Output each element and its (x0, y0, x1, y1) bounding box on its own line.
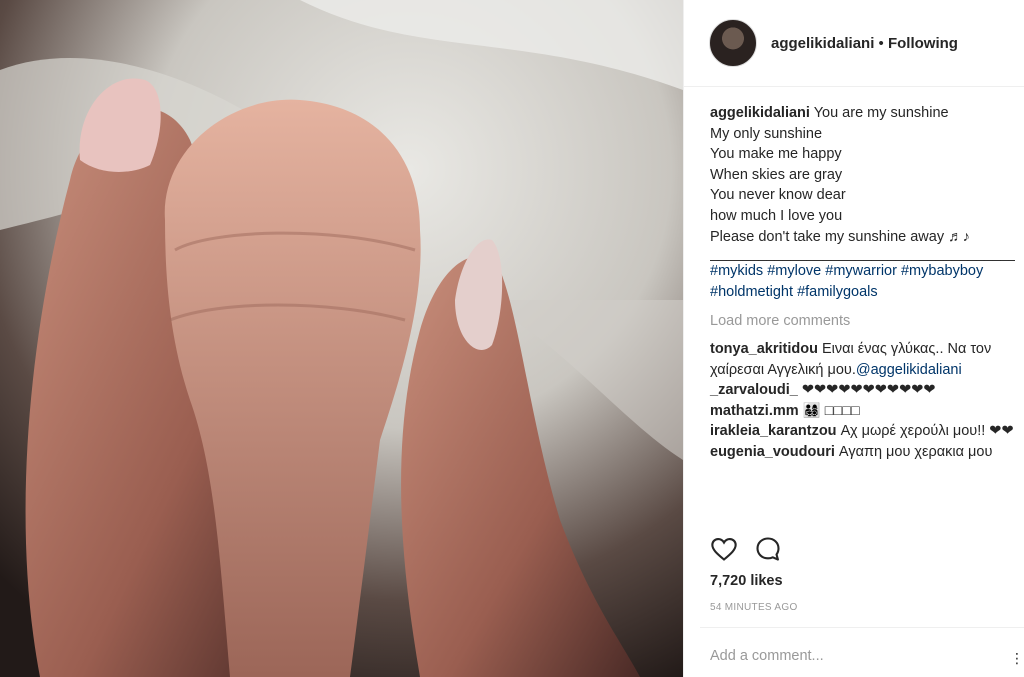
hashtag-link[interactable]: #mywarrior (825, 263, 897, 279)
caption-line-6: Please don't take my sunshine away ♬♪ (710, 228, 970, 245)
more-options-icon[interactable]: ⋮ (1010, 650, 1024, 667)
caption-line-3: When skies are gray (710, 166, 843, 183)
header-separator: • (874, 34, 888, 52)
caption-and-comments: aggelikidaliani You are my sunshine My o… (710, 103, 1015, 463)
comment-item: irakleia_karantzou Αχ μωρέ χερούλι μου!!… (710, 421, 1015, 442)
comment-item: eugenia_voudouri Αγαπη μου χερακια μου (710, 442, 1015, 463)
divider (700, 627, 1024, 628)
hashtag-link[interactable]: #holdmetight (710, 284, 793, 300)
load-more-comments-link[interactable]: Load more comments (710, 311, 1015, 332)
comment-text: ❤❤❤❤❤❤❤❤❤❤❤ (797, 382, 936, 399)
comment-item: tonya_akritidou Ειναι ένας γλύκας.. Να τ… (710, 339, 1015, 380)
comment-item: mathatzi.mm 👨‍👩‍👧‍👦 □□□□ (710, 401, 1015, 422)
caption-line-0: aggelikidaliani You are my sunshine (710, 103, 1015, 124)
heart-icon[interactable] (710, 535, 738, 563)
hashtag-link[interactable]: #familygoals (797, 284, 878, 300)
comment-username[interactable]: mathatzi.mm (710, 403, 799, 419)
caption-line-5: how much I love you (710, 207, 843, 224)
hashtag-link[interactable]: #mylove (767, 263, 821, 279)
post-photo[interactable] (0, 0, 683, 677)
caption-username[interactable]: aggelikidaliani (710, 105, 810, 121)
baby-hand-photo (0, 0, 683, 677)
instagram-post: aggelikidaliani • Following aggelikidali… (0, 0, 1024, 677)
comment-username[interactable]: eugenia_voudouri (710, 444, 835, 460)
hashtags-line-2: #holdmetight #familygoals (710, 282, 1015, 303)
post-timestamp: 54 MINUTES AGO (710, 602, 798, 613)
comment-username[interactable]: tonya_akritidou (710, 341, 818, 357)
caption-line-7: _______________________________________ (710, 247, 1015, 262)
header-text: aggelikidaliani • Following (771, 35, 958, 52)
comments-list: tonya_akritidou Ειναι ένας γλύκας.. Να τ… (710, 339, 1015, 463)
post-sidebar: aggelikidaliani • Following aggelikidali… (683, 0, 1024, 677)
hashtag-link[interactable]: #mybaby​boy (901, 263, 983, 279)
comment-item: _zarvaloudi_ ❤❤❤❤❤❤❤❤❤❤❤ (710, 380, 1015, 401)
following-button[interactable]: Following (888, 35, 958, 52)
post-header: aggelikidaliani • Following (684, 0, 1024, 87)
caption-text: You are my sunshine (809, 105, 949, 121)
comment-text: Αχ μωρέ χερούλι μου!! ❤❤ (836, 423, 1014, 440)
comment-bubble-icon[interactable] (754, 535, 782, 563)
caption-line-4: You never know dear (710, 187, 846, 204)
caption-line-2: You make me happy (710, 146, 842, 163)
avatar[interactable] (709, 19, 757, 67)
post-actions (710, 535, 782, 563)
hashtags-line-1: #mykids #mylove #mywarrior #mybaby​boy (710, 261, 1015, 282)
hashtag-link[interactable]: #mykids (710, 263, 763, 279)
comment-mention[interactable]: @aggelikidaliani (856, 362, 962, 378)
caption-line-1: My only sunshine (710, 125, 823, 142)
comment-username[interactable]: irakleia_karantzou (710, 423, 837, 439)
likes-count[interactable]: 7,720 likes (710, 573, 783, 589)
comment-text: Αγαπη μου χερακια μου (834, 443, 993, 460)
add-comment-input[interactable]: Add a comment... (710, 648, 824, 664)
comment-username[interactable]: _zarvaloudi_ (710, 382, 798, 398)
comment-text: 👨‍👩‍👧‍👦 □□□□ (798, 402, 860, 419)
header-username[interactable]: aggelikidaliani (771, 35, 874, 52)
